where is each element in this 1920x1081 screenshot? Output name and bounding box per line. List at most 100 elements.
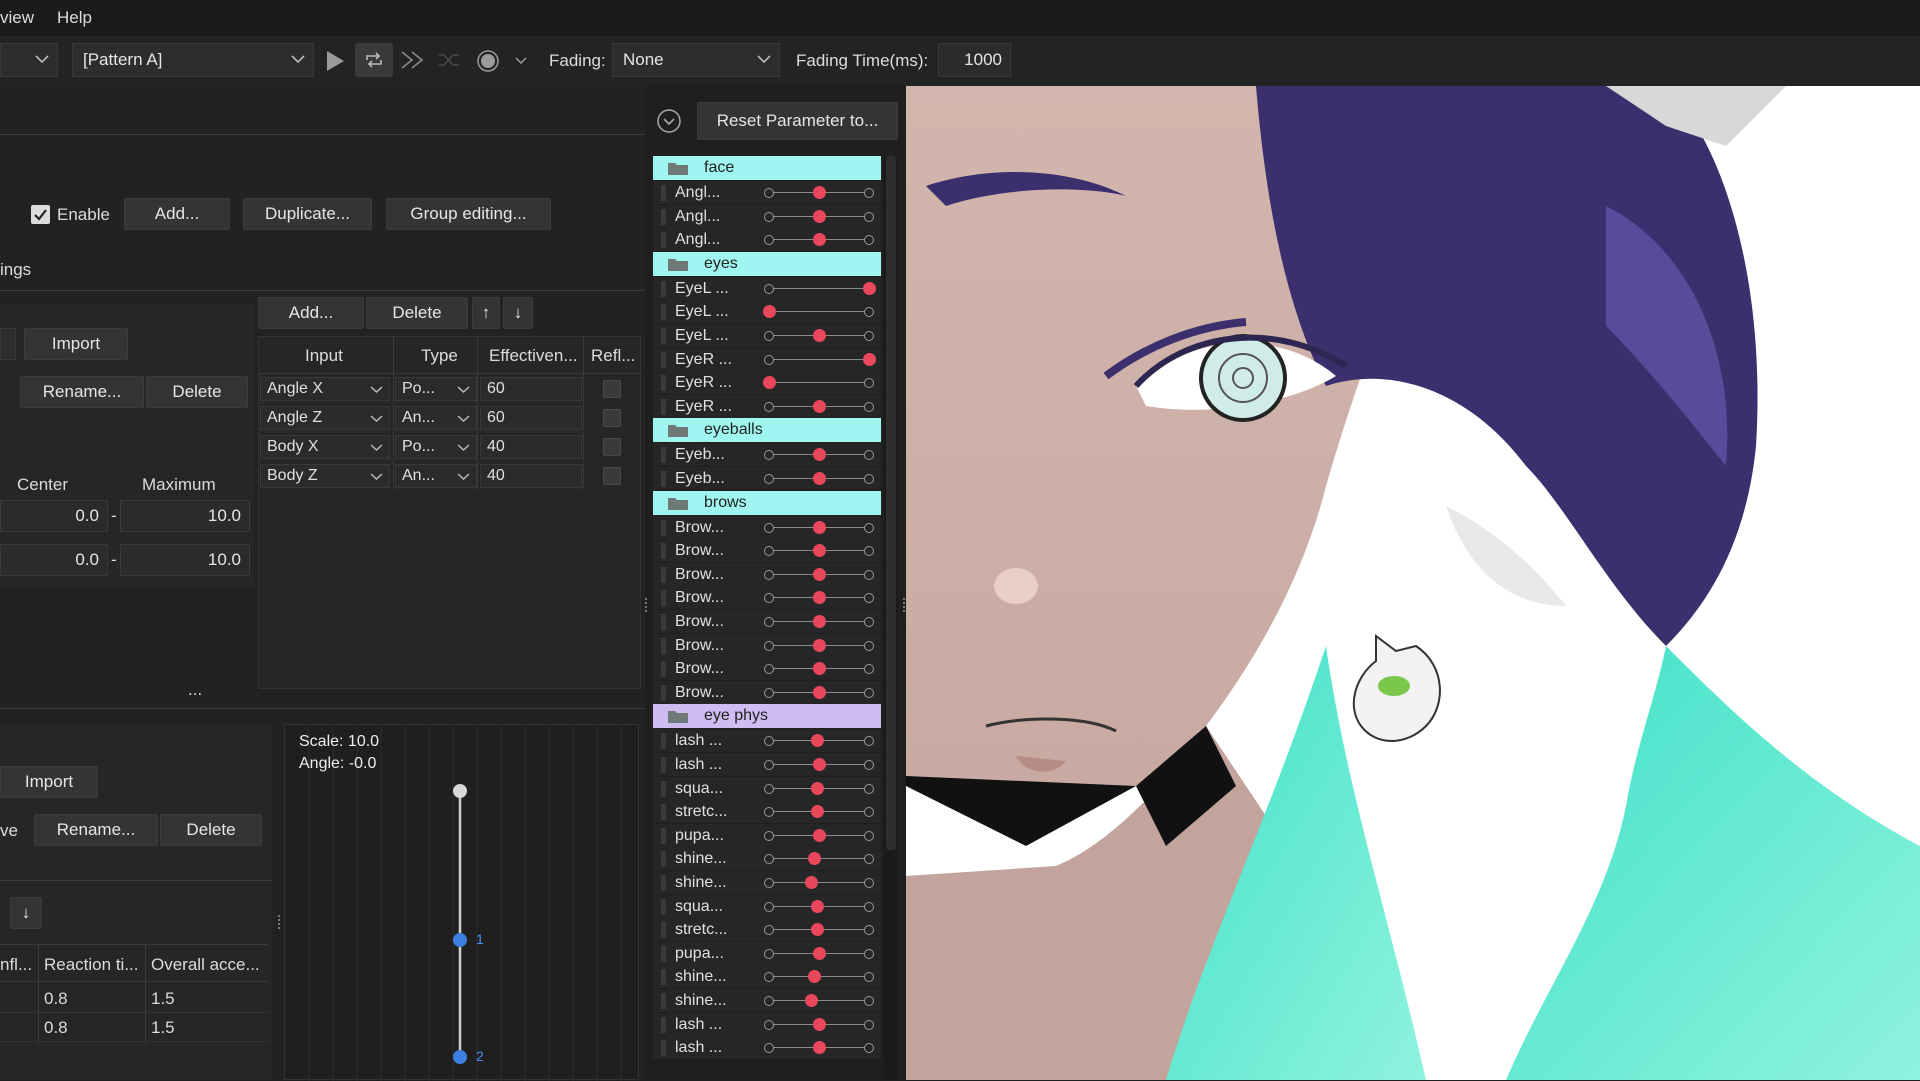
param-group-brows[interactable]: brows xyxy=(653,490,881,515)
menu-help[interactable]: Help xyxy=(57,8,92,28)
drag-handle[interactable] xyxy=(661,566,666,583)
parameter-slider-thumb[interactable] xyxy=(763,305,776,319)
parameter-row[interactable]: stretc... xyxy=(653,918,881,943)
table-row[interactable]: 0.8 1.5 xyxy=(0,984,268,1013)
move-up-button[interactable]: ↑ xyxy=(472,297,500,329)
drag-handle[interactable] xyxy=(661,875,666,891)
drag-handle[interactable] xyxy=(661,208,666,225)
parameter-row[interactable]: squa... xyxy=(653,776,881,801)
parameter-row[interactable]: lash ... xyxy=(653,729,881,754)
parameter-slider-thumb[interactable] xyxy=(813,448,826,462)
parameter-row[interactable]: Angl... xyxy=(653,204,881,229)
parameter-slider-thumb[interactable] xyxy=(813,758,826,771)
drag-handle[interactable] xyxy=(661,398,666,415)
drag-handle[interactable] xyxy=(661,280,666,297)
parameter-row[interactable]: Angl... xyxy=(653,228,881,253)
splitter-handle[interactable] xyxy=(278,915,281,929)
type-select[interactable]: An... xyxy=(395,464,477,488)
delete-button[interactable]: Delete xyxy=(160,814,262,846)
parameter-row[interactable]: shine... xyxy=(653,871,881,895)
parameter-slider-thumb[interactable] xyxy=(813,946,826,960)
parameter-slider-track[interactable] xyxy=(769,287,869,289)
delete-input-button[interactable]: Delete xyxy=(366,297,468,329)
parameter-row[interactable]: EyeR ... xyxy=(653,347,881,372)
drag-handle[interactable] xyxy=(661,851,666,868)
input-select[interactable]: Body Z xyxy=(260,464,390,488)
parameter-slider-thumb[interactable] xyxy=(813,186,826,199)
parameter-row[interactable]: Eyeb... xyxy=(653,467,881,491)
drag-handle[interactable] xyxy=(661,447,666,464)
parameter-row[interactable]: Brow... xyxy=(653,633,881,658)
parameter-row[interactable]: Brow... xyxy=(653,539,881,564)
parameter-row[interactable]: Eyeb... xyxy=(653,443,881,468)
param-group-eyeballs[interactable]: eyeballs xyxy=(653,418,881,443)
drag-handle[interactable] xyxy=(661,471,666,487)
import-button[interactable]: Import xyxy=(24,328,128,360)
drag-handle[interactable] xyxy=(661,614,666,630)
parameter-row[interactable]: Angl... xyxy=(653,181,881,205)
col-overall-acceleration[interactable]: Overall acce... xyxy=(151,955,260,975)
col-reaction-time[interactable]: Reaction ti... xyxy=(44,955,139,975)
drag-handle[interactable] xyxy=(661,637,666,654)
parameter-slider-thumb[interactable] xyxy=(813,209,826,223)
reflect-checkbox[interactable] xyxy=(603,438,621,456)
parameter-slider-thumb[interactable] xyxy=(811,899,824,913)
record-icon[interactable] xyxy=(476,49,500,73)
parameter-slider-thumb[interactable] xyxy=(813,1017,826,1031)
parameter-slider-track[interactable] xyxy=(769,882,869,883)
drag-handle[interactable] xyxy=(661,232,666,249)
parameter-slider-thumb[interactable] xyxy=(813,1041,826,1055)
parameter-slider-thumb[interactable] xyxy=(813,544,826,558)
parameter-slider-thumb[interactable] xyxy=(813,685,826,699)
parameter-slider-thumb[interactable] xyxy=(813,591,826,605)
parameter-row[interactable]: shine... xyxy=(653,965,881,990)
parameter-slider-thumb[interactable] xyxy=(813,615,826,628)
parameter-row[interactable]: EyeR ... xyxy=(653,371,881,396)
fading-dropdown[interactable]: None xyxy=(612,43,780,77)
more-ellipsis[interactable]: ... xyxy=(188,680,202,700)
overall-acceleration-value[interactable]: 1.5 xyxy=(151,1018,175,1038)
pendulum-preview[interactable]: Scale: 10.0 Angle: -0.0 1 2 xyxy=(284,724,639,1081)
fading-time-input[interactable]: 1000 xyxy=(938,43,1011,77)
parameter-row[interactable]: pupa... xyxy=(653,823,881,848)
drag-handle[interactable] xyxy=(661,684,666,701)
parameter-row[interactable]: Brow... xyxy=(653,610,881,634)
shuffle-icon[interactable] xyxy=(437,51,461,69)
drag-handle[interactable] xyxy=(661,1040,666,1057)
table-row[interactable]: Angle Z An... 60 xyxy=(258,404,641,432)
parameter-slider-thumb[interactable] xyxy=(808,970,821,984)
parameter-row[interactable]: EyeL ... xyxy=(653,276,881,301)
add-input-button[interactable]: Add... xyxy=(258,297,364,329)
param-group-eyes[interactable]: eyes xyxy=(653,251,881,276)
parameter-slider-thumb[interactable] xyxy=(813,638,826,652)
parameter-row[interactable]: squa... xyxy=(653,894,881,919)
parameter-slider-track[interactable] xyxy=(769,382,869,384)
remove-button-partial[interactable]: ve xyxy=(0,821,18,841)
parameter-slider-thumb[interactable] xyxy=(813,472,826,485)
parameter-row[interactable]: EyeR ... xyxy=(653,394,881,419)
effectiveness-input[interactable]: 40 xyxy=(480,435,582,459)
parameter-row[interactable]: lash ... xyxy=(653,753,881,777)
type-select[interactable]: Po... xyxy=(395,435,477,459)
input-select[interactable]: Body X xyxy=(260,435,390,459)
col-type[interactable]: Type xyxy=(421,346,458,366)
parameter-row[interactable]: Brow... xyxy=(653,680,881,705)
parameter-slider-thumb[interactable] xyxy=(811,781,824,795)
table-row[interactable]: Angle X Po... 60 xyxy=(258,375,641,403)
center-input-2[interactable]: 0.0 xyxy=(0,544,108,576)
parameter-row[interactable]: EyeL ... xyxy=(653,300,881,325)
model-dropdown[interactable] xyxy=(0,43,58,77)
effectiveness-input[interactable]: 40 xyxy=(480,464,582,488)
center-input-1[interactable]: 0.0 xyxy=(0,500,108,532)
parameter-slider-track[interactable] xyxy=(769,311,869,313)
drag-handle[interactable] xyxy=(661,1016,666,1033)
parameter-row[interactable]: Brow... xyxy=(653,586,881,611)
drag-handle[interactable] xyxy=(661,969,666,986)
rename-button[interactable]: Rename... xyxy=(20,376,144,408)
parameter-slider-thumb[interactable] xyxy=(813,828,826,842)
drag-handle[interactable] xyxy=(661,733,666,750)
parameter-slider-thumb[interactable] xyxy=(763,376,776,390)
parameter-scrollbar[interactable] xyxy=(884,156,898,1080)
drag-handle[interactable] xyxy=(661,543,666,560)
parameter-slider-thumb[interactable] xyxy=(813,662,826,676)
